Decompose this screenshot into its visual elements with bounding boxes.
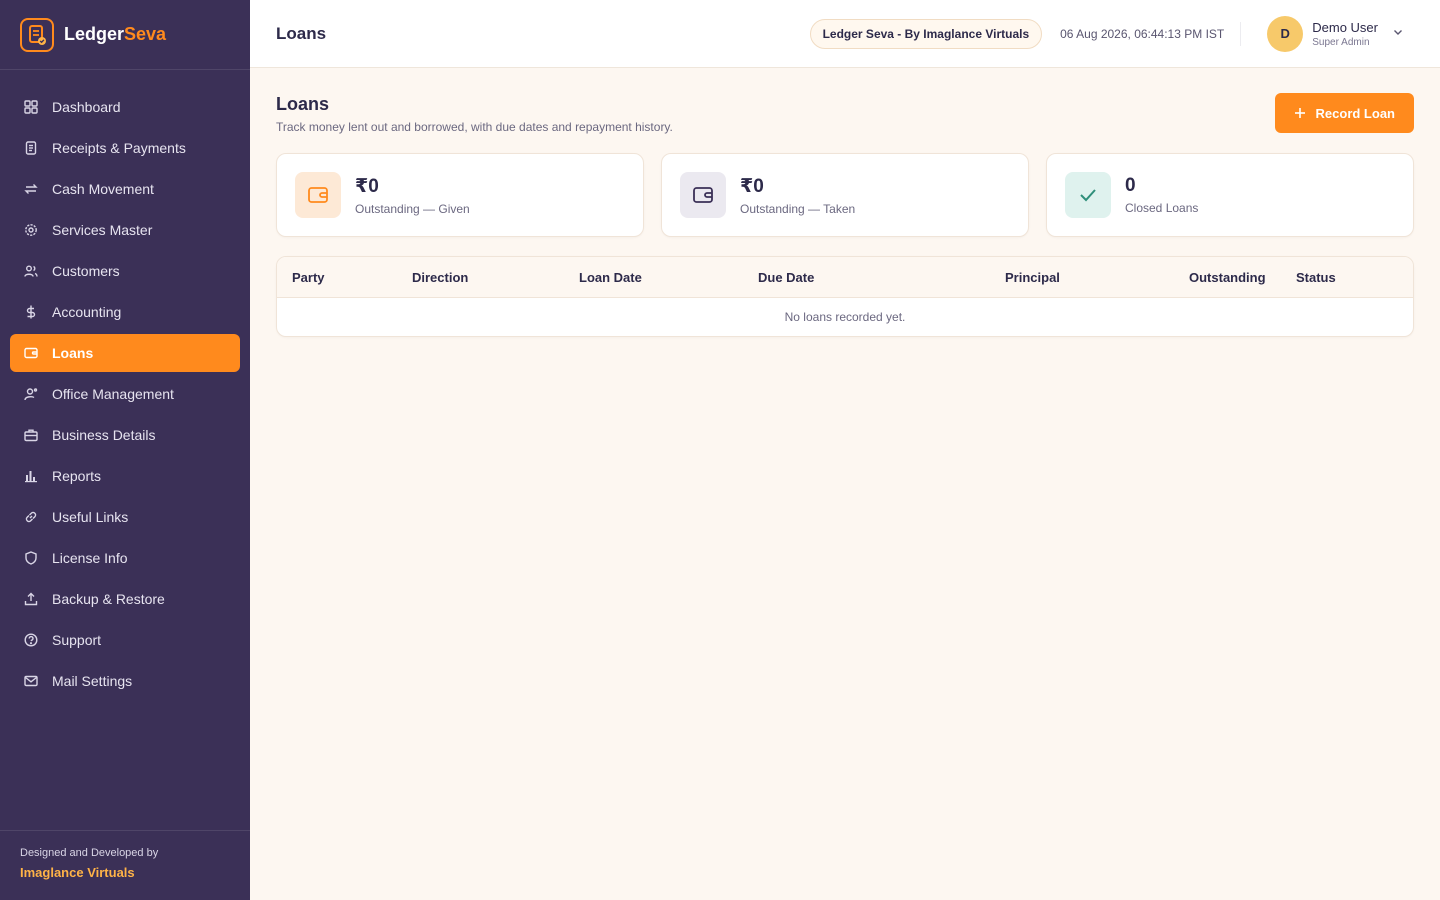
sidebar-item-label: Reports xyxy=(52,468,102,484)
sidebar-item-receipts-payments[interactable]: Receipts & Payments xyxy=(10,129,240,167)
header-datetime: 06 Aug 2026, 06:44:13 PM IST xyxy=(1060,21,1242,46)
footer-credit-company: Imaglance Virtuals xyxy=(20,865,135,880)
sidebar-item-support[interactable]: Support xyxy=(10,621,240,659)
sidebar-item-reports[interactable]: Reports xyxy=(10,457,240,495)
header-right: Ledger Seva - By Imaglance Virtuals 06 A… xyxy=(809,15,1414,52)
sidebar-item-license-info[interactable]: License Info xyxy=(10,539,240,577)
sidebar-item-backup-restore[interactable]: Backup & Restore xyxy=(10,580,240,618)
sidebar-item-label: Dashboard xyxy=(52,99,121,115)
shield-icon xyxy=(24,551,38,565)
sidebar-item-business-details[interactable]: Business Details xyxy=(10,416,240,454)
brand-name-part2: Seva xyxy=(124,24,167,44)
user-cog-icon xyxy=(24,387,38,401)
chevron-down-icon xyxy=(1392,25,1404,43)
card-text: ₹0 Outstanding — Taken xyxy=(740,175,855,216)
sidebar-item-label: Cash Movement xyxy=(52,181,154,197)
plus-icon xyxy=(1294,107,1306,119)
sidebar-item-useful-links[interactable]: Useful Links xyxy=(10,498,240,536)
footer-credit-label: Designed and Developed by xyxy=(20,847,159,859)
record-loan-button[interactable]: Record Loan xyxy=(1274,93,1414,133)
sidebar-item-services-master[interactable]: Services Master xyxy=(10,211,240,249)
sidebar-item-loans[interactable]: Loans xyxy=(10,334,240,372)
help-circle-icon xyxy=(24,633,38,647)
wallet-icon xyxy=(295,172,341,218)
sidebar-item-label: Customers xyxy=(52,263,120,279)
card-label: Closed Loans xyxy=(1125,201,1199,215)
sidebar-item-customers[interactable]: Customers xyxy=(10,252,240,290)
sidebar-item-label: Services Master xyxy=(52,222,153,238)
top-header: Loans Ledger Seva - By Imaglance Virtual… xyxy=(250,0,1440,68)
user-role: Super Admin xyxy=(1312,36,1370,48)
product-pill: Ledger Seva - By Imaglance Virtuals xyxy=(809,18,1043,49)
sidebar-item-label: Mail Settings xyxy=(52,673,133,689)
link-icon xyxy=(24,510,38,524)
page-subtitle: Track money lent out and borrowed, with … xyxy=(276,120,673,134)
header-title: Loans xyxy=(276,23,327,43)
sidebar-item-office-management[interactable]: Office Management xyxy=(10,375,240,413)
sidebar-nav: Dashboard Receipts & Payments Cash Movem… xyxy=(0,70,250,700)
sidebar-item-label: Loans xyxy=(52,345,94,361)
sidebar: LedgerSeva Dashboard Receipts & Payments… xyxy=(0,0,250,900)
sidebar-item-dashboard[interactable]: Dashboard xyxy=(10,88,240,126)
column-loan-date[interactable]: Loan Date xyxy=(579,270,642,285)
summary-cards: ₹0 Outstanding — Given ₹0 Outstanding — … xyxy=(276,153,1414,237)
wallet-icon xyxy=(680,172,726,218)
sidebar-item-label: License Info xyxy=(52,550,128,566)
sidebar-item-label: Receipts & Payments xyxy=(52,140,186,156)
table-empty-state: No loans recorded yet. xyxy=(784,310,906,324)
brand-name-part1: Ledger xyxy=(64,24,125,44)
dollar-icon xyxy=(24,305,38,319)
user-info: Demo User Super Admin xyxy=(1312,20,1378,48)
bar-chart-icon xyxy=(24,469,38,483)
column-status[interactable]: Status xyxy=(1296,270,1336,285)
card-label: Outstanding — Taken xyxy=(740,201,856,216)
avatar: D xyxy=(1267,15,1304,52)
sidebar-footer: Designed and Developed by Imaglance Virt… xyxy=(0,830,250,900)
table-header: Party Direction Loan Date Due Date Princ… xyxy=(277,257,1413,298)
brand-name: LedgerSeva xyxy=(64,24,166,45)
card-value: ₹0 xyxy=(355,175,379,197)
grid-icon xyxy=(24,100,38,114)
card-label: Outstanding — Given xyxy=(355,201,470,216)
sidebar-item-label: Business Details xyxy=(52,427,156,443)
briefcase-icon xyxy=(24,428,38,442)
card-value: ₹0 xyxy=(740,175,764,197)
mail-icon xyxy=(24,674,38,688)
loans-table: Party Direction Loan Date Due Date Princ… xyxy=(276,256,1414,337)
users-icon xyxy=(24,264,38,278)
upload-icon xyxy=(24,592,38,606)
card-text: ₹0 Outstanding — Given xyxy=(355,175,470,216)
record-loan-label: Record Loan xyxy=(1315,105,1395,121)
card-outstanding-taken: ₹0 Outstanding — Taken xyxy=(661,153,1029,237)
column-party[interactable]: Party xyxy=(292,270,325,285)
sidebar-item-cash-movement[interactable]: Cash Movement xyxy=(10,170,240,208)
check-icon xyxy=(1065,172,1111,218)
sidebar-item-label: Accounting xyxy=(52,304,122,320)
page-title: Loans xyxy=(276,94,330,114)
column-direction[interactable]: Direction xyxy=(412,270,468,285)
receipt-icon xyxy=(24,141,38,155)
wallet-icon xyxy=(24,346,38,360)
user-name: Demo User xyxy=(1312,19,1378,35)
column-outstanding[interactable]: Outstanding xyxy=(1189,270,1266,285)
sidebar-item-label: Support xyxy=(52,632,102,648)
user-menu[interactable]: D Demo User Super Admin xyxy=(1267,15,1404,52)
ledger-logo-icon xyxy=(20,17,54,52)
sidebar-item-label: Useful Links xyxy=(52,509,129,525)
main-content: Loans Track money lent out and borrowed,… xyxy=(250,68,1440,900)
arrows-swap-icon xyxy=(24,182,38,196)
sidebar-item-accounting[interactable]: Accounting xyxy=(10,293,240,331)
column-due-date[interactable]: Due Date xyxy=(758,270,814,285)
card-closed-loans: 0 Closed Loans xyxy=(1046,153,1414,237)
card-outstanding-given: ₹0 Outstanding — Given xyxy=(276,153,644,237)
card-text: 0 Closed Loans xyxy=(1125,175,1198,215)
page-head: Loans Track money lent out and borrowed,… xyxy=(276,68,1414,153)
card-value: 0 xyxy=(1125,175,1136,196)
brand[interactable]: LedgerSeva xyxy=(0,0,250,70)
sidebar-item-mail-settings[interactable]: Mail Settings xyxy=(10,662,240,700)
sidebar-item-label: Backup & Restore xyxy=(52,591,165,607)
sidebar-item-label: Office Management xyxy=(52,386,174,402)
gear-icon xyxy=(24,223,38,237)
column-principal[interactable]: Principal xyxy=(1005,270,1060,285)
